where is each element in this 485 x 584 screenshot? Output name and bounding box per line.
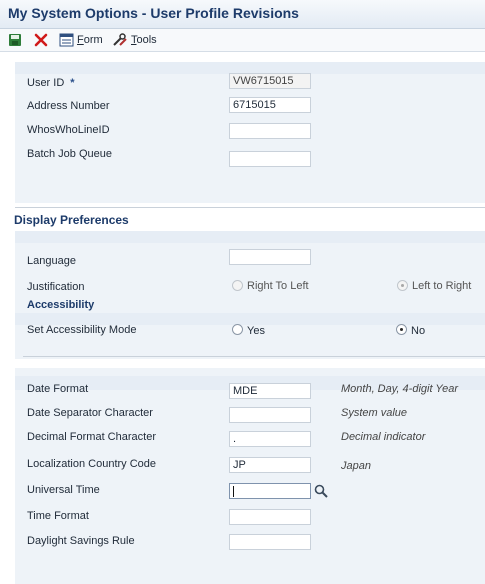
display-preferences-title: Display Preferences xyxy=(14,213,129,227)
accessibility-title: Accessibility xyxy=(27,299,95,311)
dst-rule-field[interactable] xyxy=(229,534,311,550)
decimal-format-field[interactable]: . xyxy=(229,431,311,447)
tools-menu-label: Tools xyxy=(131,34,157,46)
universal-time-label: Universal Time xyxy=(27,484,100,496)
country-code-field[interactable]: JP xyxy=(229,457,311,473)
date-format-description: Month, Day, 4-digit Year xyxy=(341,383,458,395)
whos-who-label: WhosWhoLineID xyxy=(27,124,110,136)
justification-rtl-label: Right To Left xyxy=(247,280,309,292)
toolbar: Form Tools xyxy=(0,29,485,52)
accessibility-yes-radio[interactable] xyxy=(232,324,243,335)
form-menu[interactable]: Form xyxy=(59,32,103,48)
form-menu-label: Form xyxy=(77,34,103,46)
tools-icon xyxy=(113,33,127,46)
decimal-format-label: Decimal Format Character xyxy=(27,431,156,443)
save-icon xyxy=(9,34,21,46)
user-id-field: VW6715015 xyxy=(229,73,311,89)
formats-panel xyxy=(15,368,485,584)
country-code-label: Localization Country Code xyxy=(27,458,157,470)
language-field[interactable] xyxy=(229,249,311,265)
address-number-label: Address Number xyxy=(27,100,110,112)
required-indicator: * xyxy=(70,77,75,89)
country-code-description: Japan xyxy=(341,460,371,472)
cancel-icon xyxy=(34,33,48,47)
accessibility-no-radio[interactable] xyxy=(396,324,407,335)
batch-queue-field[interactable] xyxy=(229,151,311,167)
title-bar: My System Options - User Profile Revisio… xyxy=(0,0,485,29)
form-icon xyxy=(59,33,74,47)
search-icon xyxy=(314,484,328,498)
user-id-label: User ID * xyxy=(27,77,75,89)
address-number-field[interactable]: 6715015 xyxy=(229,97,311,113)
section-divider xyxy=(15,207,485,208)
whos-who-field[interactable] xyxy=(229,123,311,139)
visual-assist-button[interactable] xyxy=(314,484,328,498)
justification-rtl-radio xyxy=(232,280,243,291)
date-separator-description: System value xyxy=(341,407,408,419)
date-format-field[interactable]: MDE xyxy=(229,383,311,399)
save-button[interactable] xyxy=(8,32,22,48)
date-separator-label: Date Separator Character xyxy=(27,407,153,419)
accessibility-label: Set Accessibility Mode xyxy=(27,324,137,336)
accessibility-no-label: No xyxy=(411,325,426,337)
language-label: Language xyxy=(27,255,76,267)
cancel-button[interactable] xyxy=(34,32,48,48)
dst-rule-label: Daylight Savings Rule xyxy=(27,535,135,547)
universal-time-field[interactable] xyxy=(229,483,311,499)
tools-menu[interactable]: Tools xyxy=(112,32,157,48)
display-panel-header xyxy=(15,231,485,243)
batch-queue-label: Batch Job Queue xyxy=(27,148,113,160)
time-format-label: Time Format xyxy=(27,510,89,522)
decimal-format-description: Decimal indicator xyxy=(341,431,426,443)
justification-ltr-label: Left to Right xyxy=(412,280,472,292)
window-title: My System Options - User Profile Revisio… xyxy=(8,5,299,21)
text-cursor xyxy=(233,486,234,497)
justification-ltr-radio xyxy=(397,280,408,291)
justification-label: Justification xyxy=(27,281,85,293)
formats-divider xyxy=(23,356,485,357)
date-format-label: Date Format xyxy=(27,383,89,395)
date-separator-field[interactable] xyxy=(229,407,311,423)
accessibility-yes-label: Yes xyxy=(247,325,265,337)
time-format-field[interactable] xyxy=(229,509,311,525)
